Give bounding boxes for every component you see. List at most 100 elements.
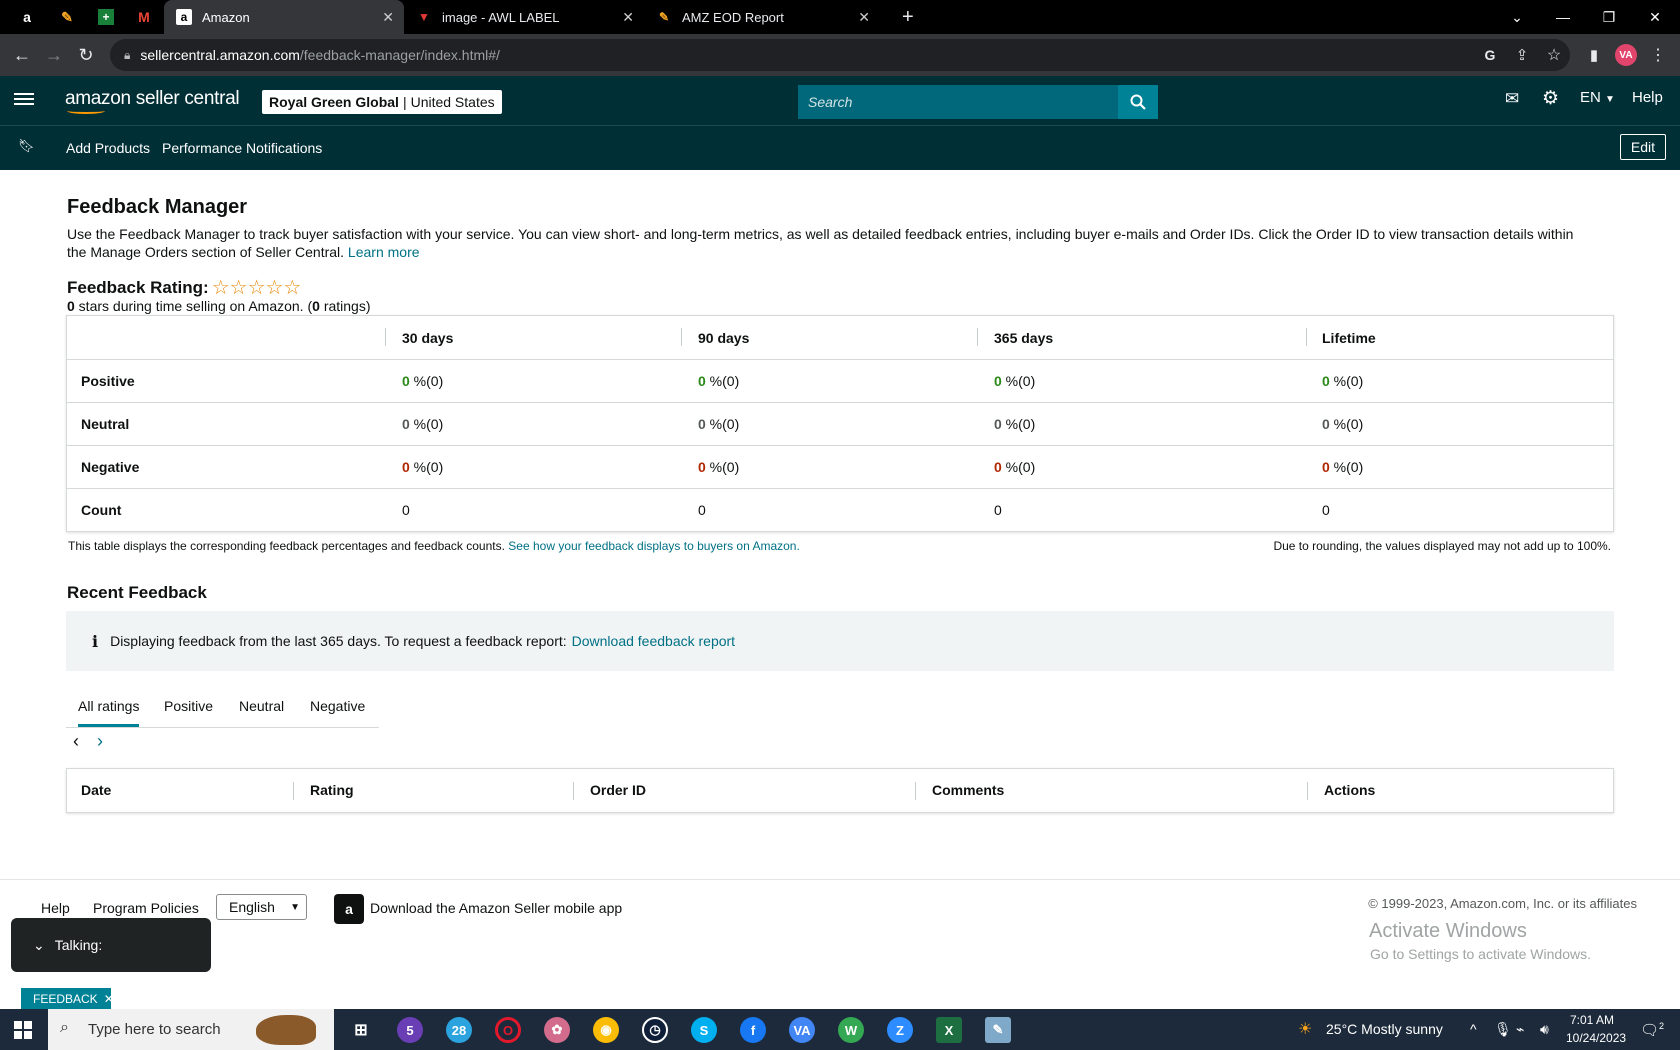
network-icon[interactable]: ⌁ [1516, 1021, 1524, 1038]
pinned-tab-sheets[interactable]: + [95, 6, 117, 28]
column-header: 30 days [402, 329, 454, 346]
search-input[interactable] [798, 85, 1118, 119]
column-header-actions[interactable]: Actions [1324, 782, 1375, 798]
neutral-value: 0 [402, 416, 410, 432]
search-button[interactable] [1118, 85, 1158, 119]
download-app-link[interactable]: Download the Amazon Seller mobile app [370, 900, 622, 916]
app-icon-4[interactable]: ✿ [544, 1017, 570, 1043]
feedback-display-link[interactable]: See how your feedback displays to buyers… [508, 539, 800, 553]
gear-icon[interactable]: ⚙ [1542, 87, 1559, 110]
nav-add-products[interactable]: Add Products [66, 140, 150, 156]
close-icon[interactable]: ✕ [104, 992, 114, 1006]
column-header-rating[interactable]: Rating [310, 782, 354, 798]
profile-avatar[interactable]: VA [1614, 43, 1638, 67]
notification-icon[interactable]: 🗨︎2 [1640, 1021, 1664, 1039]
opera-icon[interactable]: O [495, 1017, 521, 1043]
bookmark-icon[interactable]: 🔖︎ [18, 138, 35, 154]
amazon-icon: a [23, 9, 31, 25]
app-icon-1[interactable]: 5 [397, 1017, 423, 1043]
language-select[interactable]: English ▼ [216, 894, 307, 920]
amazon-app-icon[interactable]: a [334, 894, 364, 924]
metrics-row-count: Count 0 0 0 0 [67, 488, 1613, 531]
talking-widget[interactable]: ⌄ Talking: [11, 918, 211, 972]
footer-help-link[interactable]: Help [41, 900, 70, 916]
skype-icon[interactable]: S [691, 1017, 717, 1043]
metrics-header-row: 30 days 90 days 365 days Lifetime [67, 316, 1613, 359]
weather-icon[interactable]: ☀ [1298, 1019, 1312, 1039]
share-icon[interactable]: ⇪ [1510, 43, 1534, 67]
minimize-button[interactable]: — [1540, 0, 1586, 34]
column-header-comments[interactable]: Comments [932, 782, 1004, 798]
weather-text[interactable]: 25°C Mostly sunny [1326, 1021, 1443, 1037]
download-feedback-report-link[interactable]: Download feedback report [572, 633, 735, 649]
activate-windows-subtitle: Go to Settings to activate Windows. [1370, 946, 1591, 962]
close-icon[interactable]: ✕ [622, 9, 634, 26]
edit-button[interactable]: Edit [1619, 134, 1666, 160]
clock-date[interactable]: 10/24/2023 [1566, 1031, 1626, 1045]
info-alert: i Displaying feedback from the last 365 … [66, 611, 1614, 671]
rating-tabs: All ratings Positive Neutral Negative [66, 686, 379, 728]
chevron-down-icon: ▼ [290, 901, 300, 913]
more-icon[interactable]: ⋮ [1646, 43, 1670, 67]
chrome-work-icon[interactable]: W [838, 1017, 864, 1043]
tray-expand-icon[interactable]: ^ [1470, 1021, 1477, 1037]
restore-button[interactable]: ❐ [1586, 0, 1632, 34]
chrome-icon[interactable]: ◉ [593, 1017, 619, 1043]
clock-app-icon[interactable]: ◷ [642, 1017, 668, 1043]
browser-toolbar: ← → ↻ 🔒︎ sellercentral.amazon.com/feedba… [0, 34, 1680, 76]
star-icon[interactable]: ☆ [1542, 43, 1566, 67]
pinned-tab-zoho[interactable]: ✎ [56, 6, 78, 28]
windows-start-icon[interactable] [14, 1021, 32, 1039]
seller-central-logo[interactable]: amazon seller central [65, 88, 240, 114]
excel-icon[interactable]: X [936, 1017, 962, 1043]
account-switcher[interactable]: Royal Green Global | United States [262, 90, 502, 114]
nav-performance-notifications[interactable]: Performance Notifications [162, 140, 322, 156]
chrome-profile-icon[interactable]: VA [789, 1017, 815, 1043]
taskbar-search[interactable]: ⌕ Type here to search [48, 1009, 334, 1050]
tab-positive[interactable]: Positive [164, 698, 213, 714]
count-value: 0 [698, 502, 706, 518]
tab-neutral[interactable]: Neutral [239, 698, 284, 714]
facebook-icon[interactable]: f [740, 1017, 766, 1043]
volume-icon[interactable]: 🔊︎ [1540, 1021, 1549, 1038]
task-view-icon[interactable]: ⊞ [348, 1017, 374, 1043]
tab-search-button[interactable]: ⌄ [1494, 0, 1540, 34]
notepad-icon[interactable]: ✎ [985, 1017, 1011, 1043]
language-menu[interactable]: EN ▼ [1580, 89, 1615, 106]
mail-icon[interactable]: ✉ [1505, 89, 1519, 109]
value-suffix: %(0) [705, 373, 740, 389]
pinned-tab-amazon[interactable]: a [16, 6, 38, 28]
footer-program-policies-link[interactable]: Program Policies [93, 900, 199, 916]
telegram-icon[interactable]: 28 [446, 1017, 472, 1043]
back-button[interactable]: ← [10, 43, 34, 67]
tab-all-ratings[interactable]: All ratings [78, 698, 140, 727]
tab-eod-report[interactable]: ✎ AMZ EOD Report ✕ [644, 0, 880, 34]
google-icon[interactable]: G [1478, 43, 1502, 67]
prev-page-button[interactable]: ‹ [73, 731, 79, 752]
close-icon[interactable]: ✕ [858, 9, 870, 26]
help-link[interactable]: Help [1632, 89, 1663, 106]
feedback-badge[interactable]: FEEDBACK ✕ [21, 988, 114, 1010]
pinned-tab-gmail[interactable]: M [133, 6, 155, 28]
learn-more-link[interactable]: Learn more [348, 244, 420, 260]
clock-time[interactable]: 7:01 AM [1570, 1013, 1614, 1027]
reload-button[interactable]: ↻ [74, 43, 98, 67]
close-window-button[interactable]: ✕ [1632, 0, 1678, 34]
new-tab-button[interactable]: + [890, 0, 920, 34]
column-header-date[interactable]: Date [81, 782, 111, 798]
tab-awl-label[interactable]: ▼ image - AWL LABEL ✕ [404, 0, 644, 34]
hamburger-menu-icon[interactable] [14, 90, 34, 110]
tab-negative[interactable]: Negative [310, 698, 365, 714]
microphone-icon[interactable]: 🎙︎ [1494, 1021, 1512, 1038]
address-bar[interactable]: 🔒︎ sellercentral.amazon.com/feedback-man… [110, 39, 1570, 71]
value-suffix: %(0) [705, 416, 740, 432]
column-header-order-id[interactable]: Order ID [590, 782, 646, 798]
zoom-icon[interactable]: Z [887, 1017, 913, 1043]
tab-amazon[interactable]: a Amazon ✕ [164, 0, 404, 34]
row-label: Negative [81, 459, 140, 475]
side-panel-icon[interactable]: ▮ [1582, 43, 1606, 67]
chevron-down-icon: ⌄ [1511, 8, 1523, 25]
next-page-button[interactable]: › [97, 731, 103, 752]
close-icon[interactable]: ✕ [382, 9, 394, 26]
forward-button[interactable]: → [42, 43, 66, 67]
